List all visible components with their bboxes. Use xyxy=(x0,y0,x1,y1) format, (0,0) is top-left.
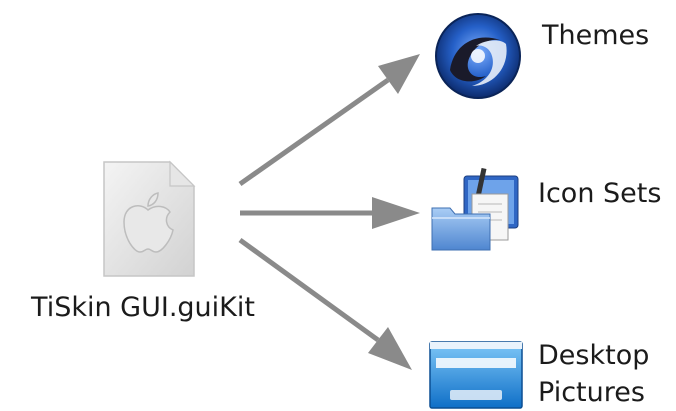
arrowhead-themes xyxy=(378,54,420,94)
arrow-to-themes xyxy=(238,77,390,187)
desktop-pictures-label-line1: Desktop xyxy=(538,340,650,371)
themes-icon xyxy=(435,13,521,99)
icon-sets-label: Icon Sets xyxy=(538,178,662,209)
guikit-file-icon xyxy=(103,160,196,277)
diagram: TiSkin GUI.guiKit Themes Icon Sets Deskt… xyxy=(0,0,676,409)
icon-sets-icon xyxy=(431,168,519,251)
arrow-to-desktop-pictures xyxy=(238,237,380,343)
arrowhead-icon-sets xyxy=(372,197,420,229)
arrowhead-desktop-pictures xyxy=(368,327,412,370)
source-file-label: TiSkin GUI.guiKit xyxy=(31,292,255,323)
themes-label: Themes xyxy=(542,20,650,51)
desktop-pictures-icon xyxy=(429,341,523,409)
desktop-pictures-label: Desktop Pictures xyxy=(538,337,649,411)
desktop-pictures-label-line2: Pictures xyxy=(538,377,645,408)
